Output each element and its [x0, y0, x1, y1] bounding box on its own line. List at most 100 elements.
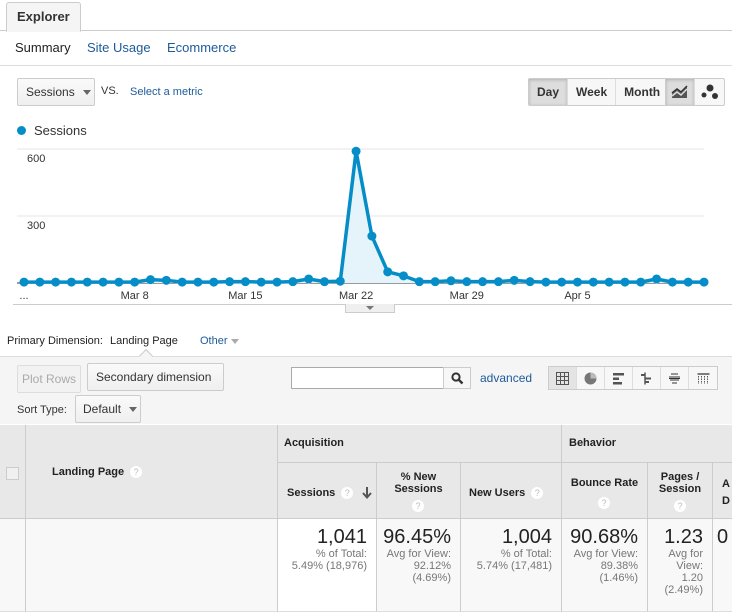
data-point-mar-11 [177, 277, 187, 287]
performance-view-button[interactable] [605, 367, 633, 389]
data-point-apr-2 [525, 277, 535, 287]
data-point-apr-13 [699, 277, 709, 287]
other-label: Other [200, 335, 228, 347]
x-tick-label: Mar 29 [450, 290, 484, 302]
metric-dropdown-value: Sessions [26, 85, 75, 99]
data-point-apr-3 [541, 277, 551, 287]
pivot-view-button[interactable] [689, 367, 717, 389]
data-table-view-button[interactable] [549, 367, 577, 389]
chevron-down-icon [129, 407, 138, 413]
totals-row-check-cell [0, 519, 26, 612]
sort-type-dropdown[interactable]: Default [75, 395, 141, 423]
motion-chart-button[interactable] [695, 79, 724, 105]
avg-session-duration-column-header[interactable]: A D [713, 463, 732, 519]
select-metric-link[interactable]: Select a metric [130, 86, 203, 98]
total-avg-session-duration-value: 0 [717, 526, 729, 548]
collapse-chart-button[interactable] [345, 304, 395, 313]
landing-page-header[interactable]: Landing Page? [52, 466, 143, 479]
table-search-input[interactable] [291, 367, 444, 389]
data-point-mar-5 [82, 277, 92, 287]
total-new-users-value: 1,004 [501, 526, 552, 548]
term-cloud-view-button[interactable] [661, 367, 689, 389]
line-chart-button[interactable] [666, 79, 695, 105]
metric-dropdown[interactable]: Sessions [17, 78, 95, 106]
data-point-mar-18 [288, 277, 298, 287]
legend-marker-icon [17, 126, 26, 135]
primary-dimension-landing-page[interactable]: Landing Page [110, 335, 178, 347]
sessions-column-header[interactable]: Sessions? [278, 463, 377, 519]
motion-chart-icon [701, 84, 718, 99]
help-icon[interactable]: ? [674, 500, 686, 512]
comparison-view-button[interactable] [633, 367, 661, 389]
new-users-column-header[interactable]: New Users? [461, 463, 562, 519]
total-sessions-sub1: % of Total: [315, 548, 367, 560]
secondary-dimension-label: Secondary dimension [96, 370, 212, 384]
plot-rows-button[interactable]: Plot Rows [17, 365, 81, 393]
data-point-mar-7 [114, 277, 124, 287]
total-bounce-rate-value: 90.68% [570, 526, 638, 548]
help-icon[interactable]: ? [341, 487, 354, 500]
total-sessions-value: 1,041 [316, 526, 367, 548]
data-point-mar-26 [414, 277, 424, 287]
behavior-label: Behavior [569, 437, 617, 449]
data-point-mar-29 [462, 277, 472, 287]
primary-dimension-other[interactable]: Other [200, 335, 239, 347]
pages-per-session-column-header[interactable]: Pages / Session ? [648, 463, 713, 519]
behavior-group-header: Behavior [562, 425, 732, 463]
table-view-toggle [548, 366, 718, 390]
pie-view-button[interactable] [577, 367, 605, 389]
x-tick-label: Mar 8 [121, 290, 149, 302]
data-point-mar-28 [446, 276, 456, 286]
data-point-mar-27 [430, 277, 440, 287]
advanced-filter-link[interactable]: advanced [480, 371, 532, 385]
total-bounce-rate-sub3: (1.46%) [599, 572, 638, 584]
sessions-header-text: Sessions? [287, 487, 373, 500]
subtab-summary[interactable]: Summary [15, 40, 71, 55]
total-bounce-rate-sub2: 89.38% [600, 560, 638, 572]
data-point-mar-6 [98, 277, 108, 287]
acquisition-label: Acquisition [284, 437, 344, 449]
new-users-header-text: New Users? [469, 487, 544, 500]
day-button[interactable]: Day [529, 79, 569, 105]
help-icon[interactable]: ? [412, 500, 424, 512]
data-point-mar-9 [146, 275, 156, 285]
new-users-header-label: New Users [469, 487, 526, 499]
caret-down-icon [366, 306, 374, 310]
data-point-mar-21 [335, 276, 345, 286]
totals-row-label-cell [26, 519, 278, 612]
total-new-sessions-cell: 96.45% Avg for View: 92.12% (4.69%) [377, 519, 461, 612]
report-tab-bar: Explorer [0, 0, 732, 32]
secondary-dimension-dropdown[interactable]: Secondary dimension [87, 363, 224, 407]
data-point-mar-16 [256, 277, 266, 287]
help-icon[interactable]: ? [598, 497, 610, 509]
month-button[interactable]: Month [616, 79, 668, 105]
sessions-area-fill [24, 151, 704, 283]
data-point-mar-25 [399, 271, 409, 281]
line-chart-icon [671, 85, 688, 98]
new-sessions-column-header[interactable]: % New Sessions ? [377, 463, 461, 519]
data-point-mar-17 [272, 277, 282, 287]
total-bounce-rate-cell: 90.68% Avg for View: 89.38% (1.46%) [562, 519, 648, 612]
total-pages-per-session-sub1: Avg for [668, 548, 703, 560]
total-new-users-sub2: 5.74% (17,481) [476, 560, 552, 572]
search-button[interactable] [443, 367, 471, 389]
select-all-checkbox[interactable] [6, 467, 19, 480]
help-icon[interactable]: ? [130, 466, 143, 479]
data-point-apr-7 [604, 277, 614, 287]
selected-dimension-notch [138, 348, 154, 364]
week-button[interactable]: Week [568, 79, 617, 105]
data-point-mar-19 [304, 274, 314, 284]
help-icon[interactable]: ? [531, 487, 544, 500]
data-point-apr-10 [652, 274, 662, 284]
subtab-site-usage[interactable]: Site Usage [87, 40, 151, 55]
sessions-line-chart: 300 600 ... Mar 8 Mar 15 Mar 22 Mar 29 Apr 5 [17, 146, 709, 302]
legend-label: Sessions [34, 123, 87, 138]
bounce-rate-column-header[interactable]: Bounce Rate ? [562, 463, 648, 519]
total-sessions-sub2: 5.49% (18,976) [291, 560, 367, 572]
subtab-ecommerce[interactable]: Ecommerce [167, 40, 236, 55]
total-pages-per-session-cell: 1.23 Avg for View: 1.20 (2.49%) [648, 519, 713, 612]
tab-explorer[interactable]: Explorer [6, 2, 81, 32]
data-point-apr-12 [683, 277, 693, 287]
data-point-mar-2 [35, 277, 45, 287]
vs-label: VS. [101, 85, 119, 97]
